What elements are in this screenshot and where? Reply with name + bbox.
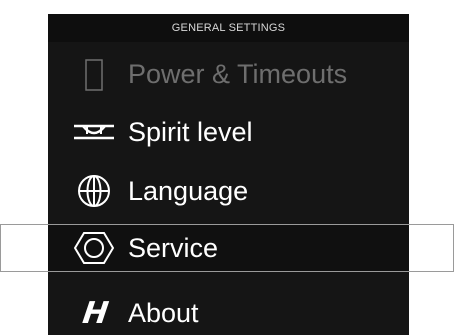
hex-nut-icon <box>68 228 120 268</box>
menu-item-spirit-level[interactable]: Spirit level <box>48 101 409 163</box>
menu-item-power-timeouts[interactable]: Power & Timeouts <box>48 52 409 96</box>
menu-item-label: Spirit level <box>128 116 253 147</box>
globe-icon <box>68 171 120 211</box>
menu-item-label: Power & Timeouts <box>128 58 348 89</box>
menu-item-about[interactable]: H About <box>48 282 409 335</box>
menu-item-label: About <box>128 297 199 328</box>
page-title: GENERAL SETTINGS <box>48 14 409 42</box>
spirit-level-icon <box>68 112 120 152</box>
menu-item-language[interactable]: Language <box>48 160 409 222</box>
menu-item-label: Service <box>128 232 219 263</box>
menu-item-service[interactable]: Service <box>48 224 409 272</box>
battery-icon <box>68 54 120 94</box>
settings-panel: GENERAL SETTINGS Power & Timeouts Spirit… <box>48 14 409 335</box>
menu-item-label: Language <box>128 175 249 206</box>
logo-text: H <box>80 295 108 331</box>
hasselblad-h-logo: H <box>68 293 120 333</box>
